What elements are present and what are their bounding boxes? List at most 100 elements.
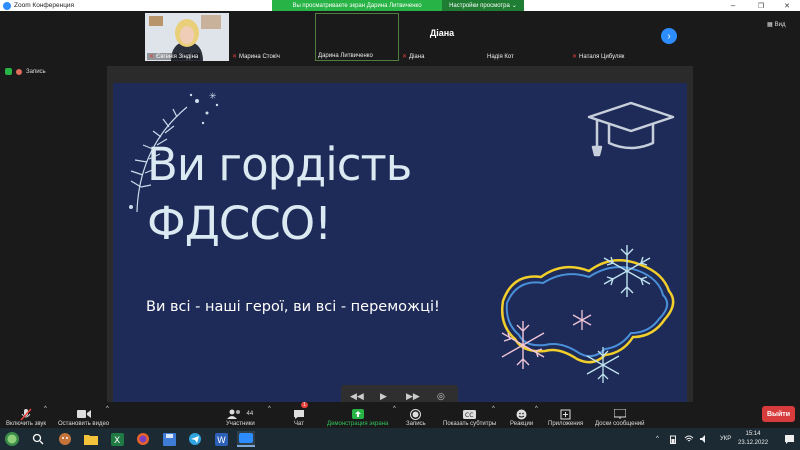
play-icon[interactable]: ▶ [380, 391, 387, 402]
meeting-toolbar: Включить звук ^ Остановить видео ^ 44 Уч… [0, 402, 800, 428]
record-button[interactable]: Запись [406, 402, 426, 428]
zoom-logo-icon [3, 1, 11, 10]
mic-muted-icon [20, 407, 32, 421]
participants-count: 44 [246, 411, 254, 417]
captions-button[interactable]: CC Показать субтитры [443, 402, 496, 428]
view-options-button[interactable]: Настройки просмотра ⌄ [442, 0, 524, 11]
captions-label: Показать субтитры [443, 421, 497, 427]
participant-tile[interactable]: ✕ Наталя Цибуляк [570, 13, 654, 61]
start-icon[interactable] [4, 431, 20, 447]
apps-icon [560, 407, 571, 421]
svg-text:CC: CC [465, 412, 473, 419]
mic-muted-icon: ✕ [149, 54, 155, 60]
audio-options-caret[interactable]: ^ [44, 406, 47, 412]
reactions-options-caret[interactable]: ^ [535, 406, 538, 412]
snowflake-icon [603, 245, 651, 297]
reactions-button[interactable]: Реакции [510, 402, 533, 428]
mascot-app-icon[interactable] [57, 431, 73, 447]
stop-video-button[interactable]: Остановить видео [58, 402, 109, 428]
apps-button[interactable]: Приложения [548, 402, 583, 428]
participants-options-caret[interactable]: ^ [268, 406, 271, 412]
share-screen-label: Демонстрация экрана [327, 421, 389, 427]
app-title: Zoom Конференция [14, 2, 75, 9]
participants-icon: 44 [227, 407, 253, 421]
participant-big-name: Діана [429, 28, 455, 38]
svg-text:W: W [217, 436, 226, 446]
apps-label: Приложения [548, 421, 584, 427]
chat-label: Чат [294, 421, 304, 427]
participant-tile[interactable]: Діана ✕ Діана [400, 13, 484, 61]
record-icon [16, 68, 22, 75]
leave-meeting-button[interactable]: Выйти [762, 406, 795, 422]
tray-chevron-icon[interactable]: ^ [656, 428, 659, 450]
participant-tile[interactable]: Надія Кот [485, 13, 569, 61]
mic-muted-icon: ✕ [402, 54, 408, 60]
participants-button[interactable]: 44 Участники [226, 402, 255, 428]
view-options-label: Настройки просмотра [449, 2, 510, 9]
excel-icon[interactable]: X [109, 431, 125, 447]
zoom-taskbar-icon[interactable] [237, 431, 255, 447]
participant-tile-active[interactable]: Дарина Литвиченко [315, 13, 399, 61]
close-button[interactable]: ✕ [776, 0, 798, 11]
participants-label: Участники [226, 421, 255, 427]
record-icon [410, 407, 422, 421]
participant-name: Дарина Литвиченко [318, 53, 373, 59]
clock-date: 23.12.2022 [738, 440, 769, 446]
system-clock[interactable]: 15:14 23.12.2022 [738, 430, 768, 448]
recording-label: Запись [26, 68, 46, 75]
notifications-icon[interactable] [785, 428, 794, 450]
smiley-icon [516, 407, 527, 421]
whiteboard-icon [613, 407, 626, 421]
snowflake-icon [501, 321, 545, 369]
telegram-icon[interactable] [187, 431, 203, 447]
search-icon[interactable] [30, 431, 46, 447]
mic-muted-icon: ✕ [572, 54, 578, 60]
closed-captions-icon: CC [463, 407, 477, 421]
chevron-down-icon: ⌄ [511, 3, 517, 9]
restore-button[interactable]: ❐ [750, 0, 772, 11]
whiteboards-label: Доски сообщений [595, 421, 645, 427]
participant-name: Надія Кот [487, 54, 514, 60]
slide-title-line2: ФДССО! [147, 197, 332, 250]
reactions-label: Реакции [510, 421, 534, 427]
participant-tile[interactable]: ✕ Марина Стокіч [230, 13, 314, 61]
rewind-icon[interactable]: ◀◀ [350, 391, 364, 402]
view-button[interactable]: ▦ Вид [767, 21, 786, 29]
mic-muted-icon: ✕ [232, 54, 238, 60]
chat-icon [293, 407, 305, 421]
video-options-caret[interactable]: ^ [106, 406, 109, 412]
video-camera-icon [76, 407, 91, 421]
participants-strip: ✕ Євгенія Зіндіна ✕ Марина Стокіч Дарина Л… [0, 11, 800, 61]
participant-tile[interactable]: ✕ Євгенія Зіндіна [145, 13, 229, 61]
firefox-icon[interactable] [135, 431, 151, 447]
minimize-button[interactable]: – [722, 0, 744, 11]
presentation-slide: ✳ Ви гордість ФДССО! Ви всі - наші герої… [113, 83, 687, 402]
share-banner: Вы просматриваете экран Дарина Литвиченк… [272, 0, 442, 11]
record-label: Запись [406, 421, 426, 427]
participant-name: ✕ Євгенія Зіндіна [147, 53, 201, 60]
battery-icon [670, 428, 676, 450]
stop-video-label: Остановить видео [58, 421, 110, 427]
whiteboards-button[interactable]: Доски сообщений [595, 402, 645, 428]
chat-unread-badge: 1 [301, 402, 308, 408]
volume-icon[interactable]: ◎ [437, 391, 445, 402]
participant-name: ✕ Наталя Цибуляк [572, 53, 625, 61]
speaker-icon[interactable] [700, 428, 709, 450]
share-screen-button[interactable]: Демонстрация экрана [327, 402, 388, 428]
word-icon[interactable]: W [213, 431, 229, 447]
share-screen-icon [351, 407, 364, 421]
save-disk-icon[interactable] [161, 431, 177, 447]
language-indicator[interactable]: УКР [720, 428, 731, 450]
share-options-caret[interactable]: ^ [393, 406, 396, 412]
graduation-cap-icon [587, 101, 675, 157]
file-explorer-icon[interactable] [83, 431, 99, 447]
slide-title: Ви гордість ФДССО! [147, 135, 412, 253]
next-page-button[interactable]: › [661, 28, 677, 44]
wifi-icon[interactable] [684, 428, 694, 450]
participant-name: ✕ Марина Стокіч [232, 53, 280, 61]
captions-options-caret[interactable]: ^ [492, 406, 495, 412]
unmute-button[interactable]: Включить звук [6, 402, 46, 428]
recording-indicator[interactable]: Запись [5, 68, 46, 75]
clock-time: 15:14 [745, 431, 761, 437]
fast-forward-icon[interactable]: ▶▶ [406, 391, 420, 402]
